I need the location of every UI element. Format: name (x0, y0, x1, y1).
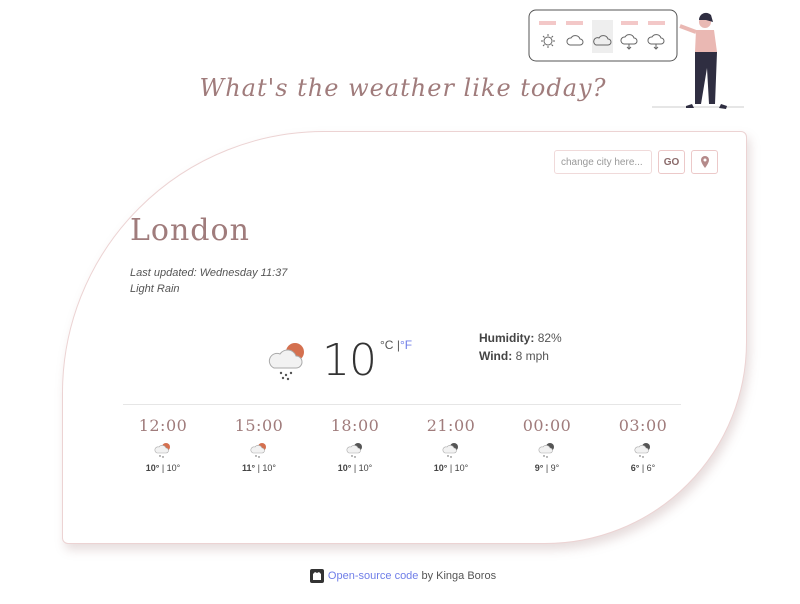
city-search: GO (554, 150, 718, 174)
location-button[interactable] (691, 150, 718, 174)
city-search-input[interactable] (554, 150, 652, 174)
fahrenheit-link[interactable]: °F (400, 338, 412, 352)
sun-cloud-rain-icon (268, 343, 304, 381)
forecast-item: 03:00 6° | 6° (595, 416, 691, 473)
forecast-temp: 9° | 9° (534, 463, 560, 473)
last-updated: Last updated: Wednesday 11:37 (130, 267, 288, 279)
humidity-value: 82% (537, 331, 562, 345)
forecast-time: 21:00 (426, 416, 476, 435)
forecast-time: 12:00 (138, 416, 188, 435)
current-weather: 10 °C |°F (266, 334, 412, 388)
forecast-item: 15:00 11° | 10° (211, 416, 307, 473)
forecast-time: 03:00 (618, 416, 668, 435)
forecast-item: 00:00 9° | 9° (499, 416, 595, 473)
unit-toggle: °C |°F (380, 338, 413, 352)
forecast-temp: 10° | 10° (433, 463, 469, 473)
celsius-unit[interactable]: °C (380, 338, 393, 352)
weather-description: Light Rain (130, 283, 180, 295)
github-icon (309, 569, 324, 583)
forecast-item: 18:00 10° | 10° (307, 416, 403, 473)
forecast-temp: 11° | 10° (241, 463, 277, 473)
weather-meta: Last updated: Wednesday 11:37 Light Rain (130, 265, 287, 297)
forecast-time: 00:00 (522, 416, 572, 435)
forecast-time: 18:00 (330, 416, 380, 435)
moon-cloud-rain-icon (634, 443, 650, 458)
wind-label: Wind: (479, 349, 513, 363)
current-temperature: 10 (322, 335, 377, 386)
hourly-forecast: 12:00 10° | 10° 15:00 11° | 10° 18:00 10… (115, 416, 691, 473)
page-heading: What's the weather like today? (199, 74, 607, 102)
weather-details: Humidity: 82% Wind: 8 mph (479, 329, 562, 365)
forecast-item: 12:00 10° | 10° (115, 416, 211, 473)
forecast-divider (123, 404, 681, 405)
forecast-temp: 10° | 10° (145, 463, 181, 473)
footer: Open-source code by Kinga Boros (0, 569, 800, 583)
moon-cloud-rain-icon (442, 443, 458, 458)
moon-cloud-rain-icon (538, 443, 554, 458)
footer-author: by Kinga Boros (418, 569, 497, 582)
city-name: London (130, 213, 250, 248)
source-code-link[interactable]: Open-source code (328, 570, 419, 582)
location-pin-icon (700, 156, 709, 168)
humidity-label: Humidity: (479, 331, 535, 345)
go-button[interactable]: GO (658, 150, 685, 174)
sun-cloud-rain-icon (250, 443, 266, 458)
forecast-time: 15:00 (234, 416, 284, 435)
sun-cloud-rain-icon (154, 443, 170, 458)
forecast-item: 21:00 10° | 10° (403, 416, 499, 473)
wind-value: 8 mph (515, 349, 549, 363)
forecast-temp: 6° | 6° (630, 463, 656, 473)
forecast-temp: 10° | 10° (337, 463, 373, 473)
moon-cloud-rain-icon (346, 443, 362, 458)
